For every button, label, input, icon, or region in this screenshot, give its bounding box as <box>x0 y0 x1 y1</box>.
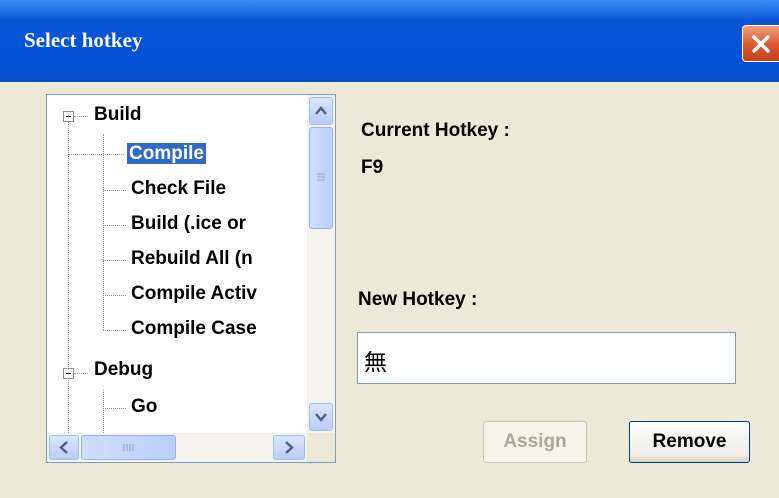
tree-node-build[interactable]: Build <box>94 104 142 126</box>
collapse-debug-toggle[interactable] <box>63 368 74 379</box>
close-button[interactable] <box>742 25 779 62</box>
new-hotkey-label: New Hotkey : <box>358 289 478 310</box>
command-tree[interactable]: Build Compile Check File Build (.ice or … <box>46 94 336 463</box>
tree-connector <box>103 390 104 433</box>
tree-node-build-ice[interactable]: Build (.ice or <box>131 213 246 235</box>
assign-button[interactable]: Assign <box>483 421 587 463</box>
tree-node-label: Compile <box>126 142 207 165</box>
title-bar[interactable]: Select hotkey <box>0 0 779 82</box>
tree-connector <box>74 116 88 117</box>
new-hotkey-input-value: 無 <box>364 349 387 375</box>
horizontal-scrollbar[interactable] <box>47 433 307 462</box>
tree-node-label: Compile Case <box>131 318 257 339</box>
new-hotkey-input[interactable]: 無 <box>357 332 736 384</box>
chevron-left-icon <box>59 441 68 454</box>
vertical-scroll-thumb[interactable] <box>309 127 333 229</box>
tree-node-label: Debug <box>94 359 154 380</box>
tree-connector <box>103 134 104 330</box>
tree-node-compile-active[interactable]: Compile Activ <box>131 283 257 305</box>
horizontal-scroll-thumb[interactable] <box>81 435 176 460</box>
scroll-down-button[interactable] <box>309 403 333 431</box>
tree-node-debug[interactable]: Debug <box>94 359 153 381</box>
remove-button[interactable]: Remove <box>629 421 750 463</box>
tree-canvas: Build Compile Check File Build (.ice or … <box>47 95 307 433</box>
chevron-down-icon <box>315 413 327 422</box>
tree-connector <box>68 154 124 155</box>
window-title: Select hotkey <box>24 28 143 52</box>
tree-connector <box>103 330 126 331</box>
tree-node-go[interactable]: Go <box>131 396 157 418</box>
current-hotkey-value: F9 <box>361 157 384 178</box>
tree-node-compile-case[interactable]: Compile Case <box>131 318 257 340</box>
scrollbar-corner <box>307 433 335 462</box>
chevron-right-icon <box>285 441 294 454</box>
tree-connector <box>68 380 69 433</box>
tree-node-label: Go <box>131 396 158 417</box>
tree-connector <box>103 225 126 226</box>
scroll-right-button[interactable] <box>273 435 305 460</box>
grip-icon <box>123 444 134 451</box>
tree-connector <box>103 190 126 191</box>
tree-connector <box>74 373 88 374</box>
chevron-up-icon <box>315 106 327 115</box>
close-icon <box>752 35 770 53</box>
tree-connector <box>103 260 126 261</box>
tree-connector <box>103 295 126 296</box>
collapse-build-toggle[interactable] <box>63 111 74 122</box>
tree-node-check-file[interactable]: Check File <box>131 178 226 200</box>
tree-node-label: Build (.ice or <box>131 213 247 234</box>
tree-connector <box>103 408 126 409</box>
scroll-left-button[interactable] <box>49 435 79 460</box>
grip-icon <box>317 173 325 181</box>
tree-node-label: Compile Activ <box>131 283 257 304</box>
tree-node-compile[interactable]: Compile <box>126 142 207 165</box>
tree-node-label: Build <box>94 104 142 125</box>
tree-node-label: Check File <box>131 178 227 199</box>
current-hotkey-label: Current Hotkey : <box>361 120 510 141</box>
vertical-scrollbar[interactable] <box>307 95 335 433</box>
tree-node-label: Rebuild All (n <box>131 248 253 269</box>
scroll-up-button[interactable] <box>309 97 333 125</box>
tree-node-rebuild-all[interactable]: Rebuild All (n <box>131 248 253 270</box>
